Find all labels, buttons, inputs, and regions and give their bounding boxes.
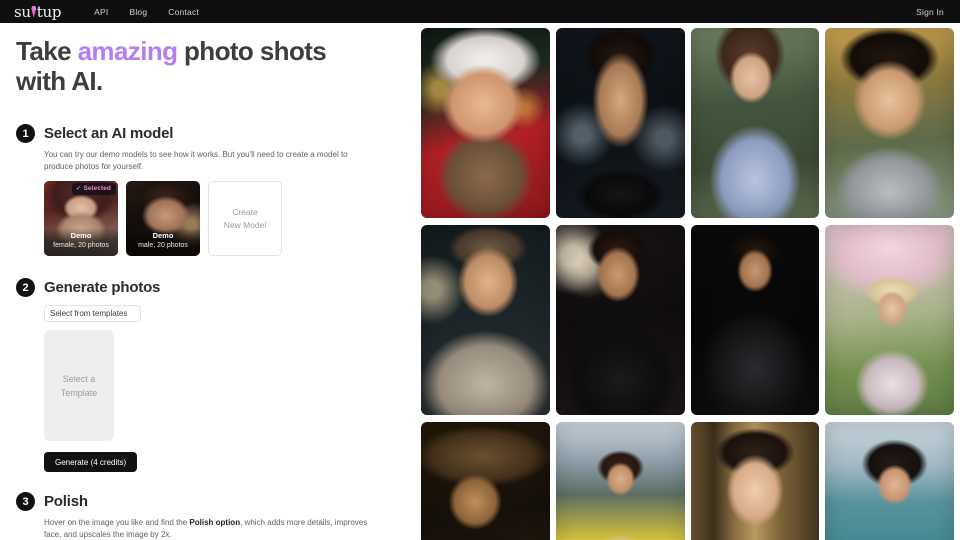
model-list: ✓ Selected Demo female, 20 photos Demo m… — [44, 181, 398, 256]
gallery-photo-2[interactable] — [555, 28, 685, 218]
step-two-title: Generate photos — [44, 279, 161, 296]
step-three-description: Hover on the image you like and find the… — [44, 517, 374, 540]
step-three-body: Hover on the image you like and find the… — [44, 517, 398, 540]
sign-in-button[interactable]: Sign In — [916, 7, 944, 17]
gallery-photo-11[interactable] — [690, 422, 820, 540]
model-card-demo-female[interactable]: ✓ Selected Demo female, 20 photos — [44, 181, 118, 256]
model-card-demo-male[interactable]: Demo male, 20 photos — [126, 181, 200, 256]
gallery-photo-4[interactable] — [825, 28, 954, 218]
template-placeholder-text: Select a Template — [61, 372, 98, 400]
gallery-photo-12[interactable] — [825, 422, 954, 540]
model-meta: female, 20 photos — [53, 242, 109, 249]
nav-links: API Blog Contact — [94, 7, 199, 17]
gallery-photo-5[interactable] — [421, 225, 550, 415]
gallery-photo-3[interactable] — [690, 28, 820, 218]
gallery-photo-1[interactable] — [421, 28, 550, 218]
create-new-model-line-1: Create — [232, 206, 258, 217]
step-one-header: 1 Select an AI model — [16, 124, 398, 143]
gallery-photo-6[interactable] — [555, 225, 685, 415]
gallery-photo-9[interactable] — [421, 422, 550, 540]
step-two: 2 Generate photos Select from templates … — [16, 278, 398, 472]
step-two-number: 2 — [16, 278, 35, 297]
step-three-desc-bold: Polish option — [189, 518, 241, 527]
step-three-desc-before: Hover on the image you like and find the — [44, 518, 190, 527]
template-placeholder[interactable]: Select a Template — [44, 330, 114, 441]
gallery-photo-7[interactable] — [690, 225, 820, 415]
left-panel: Take amazing photo shots with AI. 1 Sele… — [0, 23, 414, 540]
check-icon: ✓ — [75, 186, 81, 192]
page-title: Take amazing photo shots with AI. — [16, 36, 398, 96]
step-one-body: You can try our demo models to see how i… — [44, 149, 398, 256]
step-three-header: 3 Polish — [16, 492, 398, 511]
step-one-number: 1 — [16, 124, 35, 143]
nav-item-api[interactable]: API — [94, 7, 108, 17]
nav-item-contact[interactable]: Contact — [168, 7, 199, 17]
tie-icon — [31, 5, 37, 18]
step-two-header: 2 Generate photos — [16, 278, 398, 297]
headline-part-1: Take — [16, 36, 78, 66]
headline-part-2: photo shots — [177, 36, 327, 66]
top-navbar: su tup API Blog Contact Sign In — [0, 0, 960, 23]
model-name: Demo — [152, 231, 174, 240]
headline-line-2: with AI. — [16, 66, 103, 96]
brand-text-before: su — [14, 2, 31, 21]
model-name: Demo — [70, 231, 92, 240]
create-new-model-line-2: New Model — [223, 219, 267, 230]
model-caption: Demo female, 20 photos — [44, 228, 118, 256]
photo-gallery — [414, 23, 960, 540]
template-placeholder-line-1: Select a — [62, 373, 96, 384]
step-two-body: Select from templates Select a Template … — [44, 305, 398, 472]
gallery-photo-10[interactable] — [555, 422, 685, 540]
step-three: 3 Polish Hover on the image you like and… — [16, 492, 398, 540]
step-one: 1 Select an AI model You can try our dem… — [16, 124, 398, 256]
template-select[interactable]: Select from templates — [44, 305, 141, 322]
model-caption: Demo male, 20 photos — [126, 228, 200, 256]
generate-button[interactable]: Generate (4 credits) — [44, 452, 138, 472]
step-three-title: Polish — [44, 493, 88, 510]
status-badge: ✓ Selected — [71, 183, 116, 195]
gallery-photo-8[interactable] — [825, 225, 954, 415]
brand-text-after: tup — [36, 2, 62, 21]
model-meta: male, 20 photos — [138, 242, 188, 249]
step-one-title: Select an AI model — [44, 125, 174, 142]
headline-accent: amazing — [77, 36, 178, 66]
selected-badge-label: Selected — [83, 185, 111, 192]
nav-item-blog[interactable]: Blog — [129, 7, 147, 17]
create-new-model-button[interactable]: Create New Model — [208, 181, 282, 256]
page-root: su tup API Blog Contact Sign In Take ama… — [0, 0, 960, 540]
step-one-description: You can try our demo models to see how i… — [44, 150, 348, 171]
template-placeholder-line-2: Template — [60, 387, 98, 398]
brand-logo[interactable]: su tup — [14, 3, 61, 21]
step-three-number: 3 — [16, 492, 35, 511]
